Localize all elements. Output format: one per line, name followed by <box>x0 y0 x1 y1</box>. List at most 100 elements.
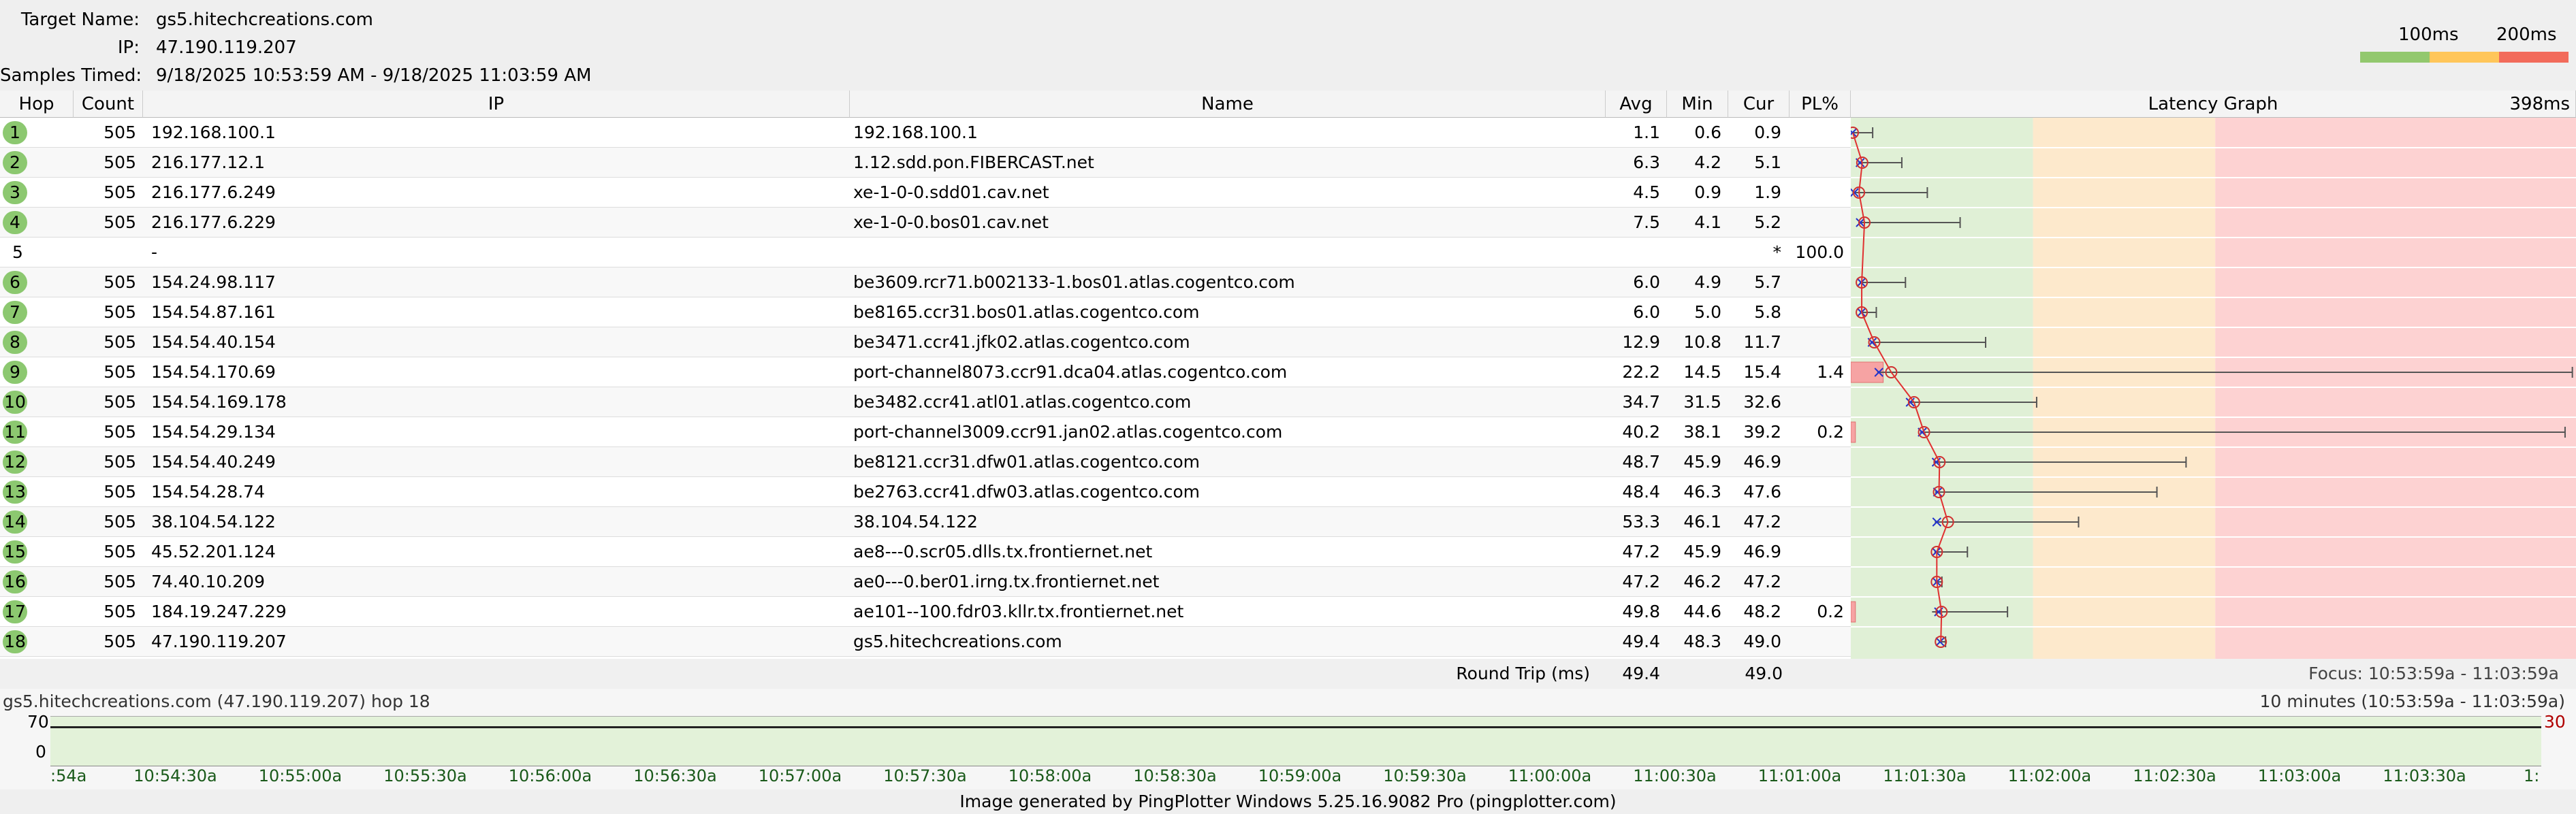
row-pl <box>1790 447 1844 477</box>
table-row[interactable]: 18 505 47.190.119.207 gs5.hitechcreations.c… <box>0 627 1851 657</box>
row-ip: 154.54.169.178 <box>151 392 287 412</box>
packet-loss-bar <box>1851 421 1856 443</box>
timeline-tick-label: 1: <box>2524 766 2540 785</box>
legend-bar-green <box>2360 52 2430 63</box>
row-cur: 11.7 <box>1743 332 1781 352</box>
timeline-tick-label: 10:58:30a <box>1133 766 1217 785</box>
row-ip: 154.54.40.154 <box>151 332 276 352</box>
row-cur: 5.8 <box>1754 302 1781 322</box>
timeline-tick-label: 10:59:30a <box>1383 766 1467 785</box>
timeline-panel[interactable]: gs5.hitechcreations.com (47.190.119.207)… <box>0 689 2576 792</box>
row-cur: 47.6 <box>1743 482 1781 502</box>
table-row[interactable]: 17 505 184.19.247.229 ae101--100.fdr03.kllr… <box>0 597 1851 627</box>
row-name: 1.12.sdd.pon.FIBERCAST.net <box>853 152 1094 172</box>
timeline-tick-label: 10:55:30a <box>383 766 467 785</box>
col-ip[interactable]: IP <box>143 91 850 118</box>
table-row[interactable]: 6 505 154.24.98.117 be3609.rcr71.b002133-1.… <box>0 267 1851 297</box>
row-pl <box>1790 267 1844 297</box>
table-row[interactable]: 1 505 192.168.100.1 192.168.100.1 1.1 0.6 0.9 <box>0 118 1851 148</box>
row-pl <box>1790 627 1844 657</box>
hop-number-badge: 1 <box>3 121 27 144</box>
timeline-right-value: 30 <box>2544 712 2566 732</box>
table-row[interactable]: 14 505 38.104.54.122 38.104.54.122 53.3 46.1 4… <box>0 507 1851 537</box>
row-avg: 49.4 <box>1622 632 1660 651</box>
hop-number-badge: 8 <box>3 331 27 354</box>
target-name-value: gs5.hitechcreations.com <box>156 10 374 30</box>
round-trip-row: Round Trip (ms) 49.4 49.0 Focus: 10:53:5… <box>0 659 2576 689</box>
row-name: 38.104.54.122 <box>853 512 978 532</box>
latency-graph[interactable] <box>1851 118 2576 659</box>
timeline-tick-label: 11:00:00a <box>1508 766 1592 785</box>
col-count[interactable]: Count <box>74 91 143 118</box>
table-row[interactable]: 4 505 216.177.6.229 xe-1-0-0.bos01.cav.net 7… <box>0 208 1851 238</box>
table-row[interactable]: 15 505 45.52.201.124 ae8---0.scr05.dlls.tx.… <box>0 537 1851 567</box>
col-min[interactable]: Min <box>1667 91 1728 118</box>
row-name: be3471.ccr41.jfk02.atlas.cogentco.com <box>853 332 1190 352</box>
row-count: 505 <box>104 572 136 591</box>
row-pl: 1.4 <box>1817 362 1844 382</box>
row-count: 505 <box>104 272 136 292</box>
hop-number-badge: 4 <box>3 211 27 234</box>
row-avg: 4.5 <box>1633 182 1660 202</box>
row-count: 505 <box>104 123 136 142</box>
hop-number-badge: 2 <box>3 151 27 174</box>
timeline-y-bottom: 0 <box>35 742 46 762</box>
row-min: 44.6 <box>1683 602 1721 621</box>
target-name-label: Target Name: <box>20 10 140 30</box>
row-avg: 1.1 <box>1633 123 1660 142</box>
row-count: 505 <box>104 512 136 532</box>
row-name: be2763.ccr41.dfw03.atlas.cogentco.com <box>853 482 1200 502</box>
table-row[interactable]: 3 505 216.177.6.249 xe-1-0-0.sdd01.cav.net 4… <box>0 178 1851 208</box>
col-name[interactable]: Name <box>850 91 1606 118</box>
timeline-tick-label: 11:00:30a <box>1633 766 1717 785</box>
hop-number-badge: 11 <box>3 421 27 444</box>
timeline-tick-label: 10:56:00a <box>508 766 592 785</box>
table-row[interactable]: 12 505 154.54.40.249 be8121.ccr31.dfw01.atl… <box>0 447 1851 477</box>
row-min <box>1667 238 1721 267</box>
row-cur: 15.4 <box>1743 362 1781 382</box>
hop-number: 5 <box>12 242 23 262</box>
row-min: 10.8 <box>1683 332 1721 352</box>
table-row[interactable]: 11 505 154.54.29.134 port-channel3009.ccr91… <box>0 417 1851 447</box>
legend-bar-red <box>2499 52 2569 63</box>
timeline-tick-label: 10:57:30a <box>883 766 967 785</box>
table-row[interactable]: 9 505 154.54.170.69 port-channel8073.ccr91.… <box>0 357 1851 387</box>
row-pl: 100.0 <box>1795 242 1844 262</box>
row-count: 505 <box>104 182 136 202</box>
row-count: 505 <box>104 212 136 232</box>
round-trip-avg: 49.4 <box>1622 664 1660 683</box>
row-count: 505 <box>104 362 136 382</box>
table-row[interactable]: 7 505 154.54.87.161 be8165.ccr31.bos01.atla… <box>0 297 1851 327</box>
table-row[interactable]: 2 505 216.177.12.1 1.12.sdd.pon.FIBERCAST.n… <box>0 148 1851 178</box>
col-pl[interactable]: PL% <box>1790 91 1851 118</box>
table-row[interactable]: 8 505 154.54.40.154 be3471.ccr41.jfk02.atla… <box>0 327 1851 357</box>
ip-label: IP: <box>117 37 140 58</box>
row-avg: 7.5 <box>1633 212 1660 232</box>
col-hop[interactable]: Hop <box>0 91 74 118</box>
row-pl: 0.2 <box>1817 422 1844 442</box>
row-pl <box>1790 208 1844 238</box>
row-avg: 49.8 <box>1622 602 1660 621</box>
row-name: be3609.rcr71.b002133-1.bos01.atlas.cogen… <box>853 272 1295 292</box>
samples-value: 9/18/2025 10:53:59 AM - 9/18/2025 11:03:… <box>156 65 592 86</box>
timeline-y-top: 70 <box>27 712 49 732</box>
row-name: port-channel8073.ccr91.dca04.atlas.cogen… <box>853 362 1288 382</box>
table-row[interactable]: 10 505 154.54.169.178 be3482.ccr41.atl01.at… <box>0 387 1851 417</box>
row-pl <box>1790 178 1844 208</box>
row-pl <box>1790 567 1844 597</box>
row-min: 5.0 <box>1694 302 1721 322</box>
row-pl <box>1790 537 1844 567</box>
col-latency-graph[interactable]: Latency Graph 398ms <box>1851 91 2576 118</box>
table-row[interactable]: 5 - * 100.0 <box>0 238 1851 267</box>
col-cur[interactable]: Cur <box>1728 91 1790 118</box>
row-min: 48.3 <box>1683 632 1721 651</box>
row-avg: 12.9 <box>1622 332 1660 352</box>
row-count: 505 <box>104 482 136 502</box>
row-ip: 38.104.54.122 <box>151 512 276 532</box>
table-row[interactable]: 13 505 154.54.28.74 be2763.ccr41.dfw03.atla… <box>0 477 1851 507</box>
timeline-plot <box>50 716 2541 766</box>
col-avg[interactable]: Avg <box>1606 91 1667 118</box>
row-pl <box>1790 297 1844 327</box>
table-row[interactable]: 16 505 74.40.10.209 ae0---0.ber01.irng.tx.f… <box>0 567 1851 597</box>
row-count <box>74 238 136 267</box>
